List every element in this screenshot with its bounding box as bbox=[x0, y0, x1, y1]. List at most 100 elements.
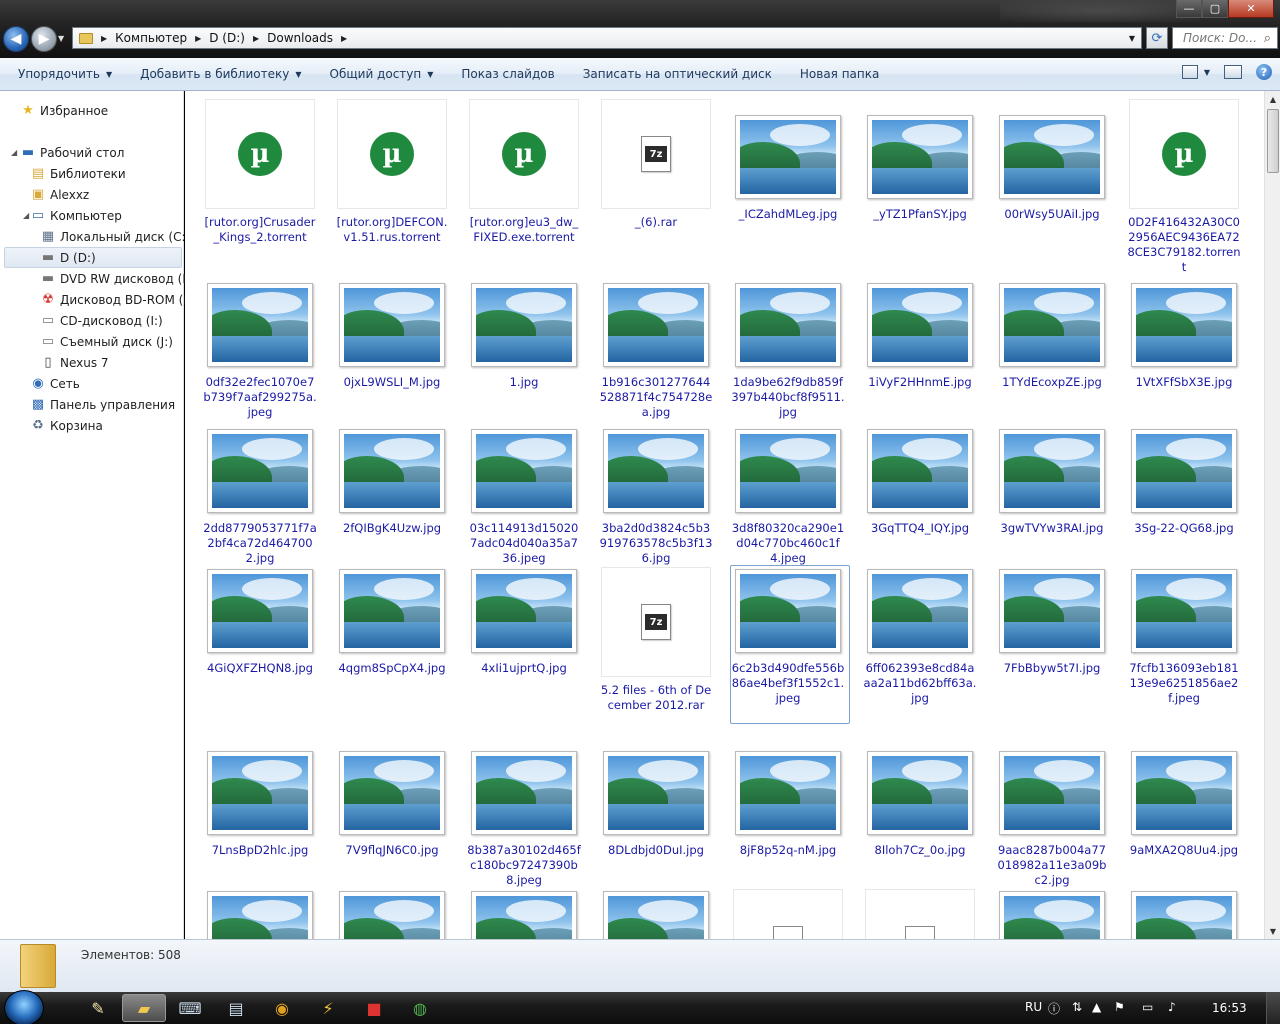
nav-desktop[interactable]: ▬ Рабочий стол bbox=[20, 142, 125, 163]
nav-recycle-bin-label: Корзина bbox=[50, 418, 103, 433]
computer-icon: ▭ bbox=[31, 208, 45, 223]
address-history-dropdown[interactable]: ▼ bbox=[1123, 28, 1141, 48]
file-thumbnail bbox=[733, 889, 843, 939]
back-button[interactable]: ◀ bbox=[3, 26, 29, 52]
search-input[interactable]: Поиск: Do... ⌕ bbox=[1172, 27, 1278, 49]
notes-app-button[interactable]: ▤ bbox=[214, 994, 258, 1022]
image-thumbnail bbox=[1131, 429, 1237, 513]
file-thumbnail bbox=[469, 427, 579, 515]
screen-tray-icon[interactable]: ▭ bbox=[1142, 1000, 1153, 1014]
file-name: 3gwTVYw3RAI.jpg bbox=[1000, 521, 1104, 535]
image-thumbnail bbox=[999, 751, 1105, 835]
help-button[interactable]: ? bbox=[1256, 64, 1272, 80]
nav-computer[interactable]: ▭ Компьютер bbox=[30, 205, 122, 226]
image-thumbnail bbox=[1131, 751, 1237, 835]
file-thumbnail bbox=[997, 281, 1107, 369]
details-pane: Элементов: 508 bbox=[0, 939, 1280, 992]
language-indicator[interactable]: RU bbox=[1025, 1000, 1042, 1014]
image-thumbnail bbox=[603, 891, 709, 939]
nav-removable-disk[interactable]: ▭ Съемный диск (J:) bbox=[40, 331, 173, 352]
file-thumbnail: µ bbox=[337, 99, 447, 209]
folder-icon: ▰ bbox=[137, 998, 151, 1018]
browser-app-button[interactable]: ◍ bbox=[398, 994, 442, 1022]
volume-icon[interactable]: ♪ bbox=[1168, 1000, 1176, 1014]
nav-control-panel[interactable]: ▩ Панель управления bbox=[30, 394, 175, 415]
address-bar[interactable]: ▶ Компьютер ▶ D (D:) ▶ Downloads ▶ ▼ bbox=[72, 27, 1142, 49]
nav-recycle-bin[interactable]: ♻ Корзина bbox=[30, 415, 103, 436]
command-bar: Упорядочить ▼ Добавить в библиотеку ▼ Общи… bbox=[0, 58, 1280, 91]
scrollbar-thumb[interactable] bbox=[1267, 109, 1279, 173]
scroll-down-button[interactable]: ▼ bbox=[1265, 923, 1280, 939]
show-desktop-button[interactable] bbox=[1266, 992, 1280, 1024]
file-name: 3Sg-22-QG68.jpg bbox=[1134, 521, 1234, 535]
slideshow-button[interactable]: Показ слайдов bbox=[447, 58, 568, 90]
image-thumbnail bbox=[471, 751, 577, 835]
close-button[interactable]: ✕ bbox=[1228, 0, 1274, 18]
forward-button[interactable]: ▶ bbox=[31, 26, 57, 52]
nav-d-drive[interactable]: ▬ D (D:) bbox=[4, 247, 182, 268]
add-to-library-button[interactable]: Добавить в библиотеку ▼ bbox=[126, 58, 315, 90]
scroll-up-button[interactable]: ▲ bbox=[1265, 91, 1280, 107]
keyboard-app-button[interactable]: ⌨ bbox=[168, 994, 212, 1022]
burn-button[interactable]: Записать на оптический диск bbox=[569, 58, 786, 90]
chevron-right-icon[interactable]: ▶ bbox=[253, 34, 259, 43]
share-button[interactable]: Общий доступ ▼ bbox=[316, 58, 448, 90]
chrome-app-button[interactable]: ◉ bbox=[260, 994, 304, 1022]
minimize-button[interactable]: — bbox=[1176, 0, 1202, 18]
file-thumbnail bbox=[337, 281, 447, 369]
refresh-button[interactable]: ⟳ bbox=[1146, 27, 1168, 49]
file-thumbnail bbox=[1129, 567, 1239, 655]
file-thumbnail bbox=[997, 567, 1107, 655]
game-icon: ■ bbox=[366, 998, 382, 1018]
game-app-button[interactable]: ■ bbox=[352, 994, 396, 1022]
explorer-app-button[interactable]: ▰ bbox=[122, 994, 166, 1022]
file-thumbnail bbox=[337, 749, 447, 837]
show-hidden-icons-button[interactable]: ▲ bbox=[1092, 1000, 1101, 1014]
notepad-app-button[interactable]: ✎ bbox=[76, 994, 120, 1022]
breadcrumb-computer[interactable]: Компьютер bbox=[115, 28, 187, 48]
file-name: 0D2F416432A30C02956AEC9436EA728CE3C79182… bbox=[1127, 215, 1241, 274]
nav-network[interactable]: ◉ Сеть bbox=[30, 373, 80, 394]
breadcrumb-downloads[interactable]: Downloads bbox=[267, 28, 333, 48]
help-tray-icon[interactable]: ⓘ bbox=[1048, 1000, 1060, 1017]
keyboard-icon: ⌨ bbox=[178, 998, 202, 1018]
utorrent-icon: µ bbox=[1162, 132, 1206, 176]
collapse-arrow-icon[interactable]: ◢ bbox=[11, 148, 17, 157]
nav-dvd-drive[interactable]: ▬ DVD RW дисковод (E:) bbox=[40, 268, 199, 289]
nav-user[interactable]: ▣ Alexxz bbox=[30, 184, 89, 205]
clock[interactable]: 16:53 bbox=[1212, 1001, 1247, 1015]
file-thumbnail bbox=[733, 113, 843, 201]
chevron-right-icon[interactable]: ▶ bbox=[195, 34, 201, 43]
file-thumbnail bbox=[1129, 281, 1239, 369]
change-view-button[interactable]: ▼ bbox=[1181, 65, 1210, 79]
file-name: 0jxL9WSLI_M.jpg bbox=[343, 375, 441, 389]
collapse-arrow-icon[interactable]: ◢ bbox=[23, 211, 29, 220]
file-thumbnail bbox=[469, 749, 579, 837]
chevron-right-icon[interactable]: ▶ bbox=[341, 34, 347, 43]
chevron-right-icon[interactable]: ▶ bbox=[101, 34, 107, 43]
file-thumbnail bbox=[205, 567, 315, 655]
new-folder-button[interactable]: Новая папка bbox=[786, 58, 893, 90]
recent-pages-dropdown[interactable]: ▼ bbox=[58, 34, 64, 43]
nav-favorites[interactable]: ★ Избранное bbox=[20, 100, 108, 121]
file-thumbnail bbox=[865, 889, 975, 939]
preview-pane-button[interactable] bbox=[1224, 65, 1242, 79]
libraries-icon: ▤ bbox=[31, 166, 45, 181]
flag-tray-icon[interactable]: ⚑ bbox=[1114, 1000, 1125, 1014]
nav-favorites-label: Избранное bbox=[40, 103, 109, 118]
image-thumbnail bbox=[339, 429, 445, 513]
nav-libraries[interactable]: ▤ Библиотеки bbox=[30, 163, 126, 184]
nav-local-disk-c[interactable]: ▦ Локальный диск (C:) bbox=[40, 226, 190, 247]
chevron-down-icon: ▼ bbox=[105, 69, 113, 79]
breadcrumb-d-drive[interactable]: D (D:) bbox=[209, 28, 245, 48]
winamp-app-button[interactable]: ⚡ bbox=[306, 994, 350, 1022]
network-tray-icon[interactable]: ⇅ bbox=[1072, 1000, 1082, 1014]
maximize-button[interactable]: ▢ bbox=[1202, 0, 1228, 18]
nav-bd-drive[interactable]: ☢ Дисковод BD-ROM (F:) bbox=[40, 289, 198, 310]
file-name: 4GiQXFZHQN8.jpg bbox=[207, 661, 313, 675]
start-button[interactable] bbox=[4, 990, 44, 1024]
nav-nexus[interactable]: ▯ Nexus 7 bbox=[40, 352, 108, 373]
organize-button[interactable]: Упорядочить ▼ bbox=[0, 58, 126, 90]
vertical-scrollbar[interactable]: ▲ ▼ bbox=[1264, 91, 1280, 939]
nav-cd-drive[interactable]: ▭ CD-дисковод (I:) bbox=[40, 310, 163, 331]
